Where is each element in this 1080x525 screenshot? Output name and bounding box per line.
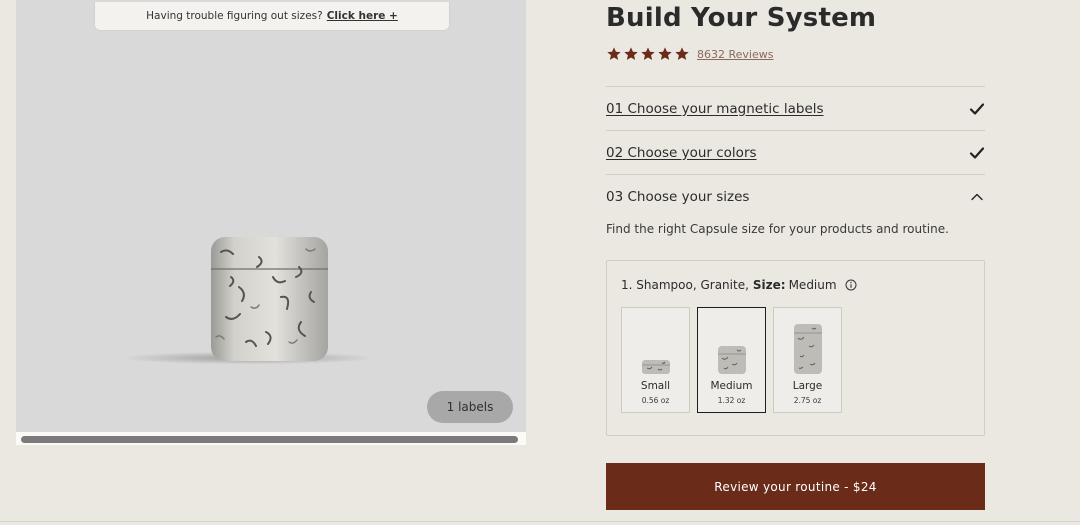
size-key: Size:: [752, 278, 786, 292]
large-capsule-image: [794, 324, 822, 374]
reviews-link[interactable]: 8632 Reviews: [697, 48, 773, 61]
size-option-name: Small: [640, 380, 671, 392]
size-option-volume: 0.56 oz: [641, 396, 670, 405]
star-icon: [607, 47, 621, 60]
size-option-medium[interactable]: Medium 1.32 oz: [697, 307, 766, 413]
selected-size-value: Medium: [788, 278, 837, 292]
page-title: Build Your System: [606, 3, 877, 33]
granite-capsule-image: [211, 237, 328, 361]
size-help-link[interactable]: Click here +: [327, 10, 398, 22]
info-icon[interactable]: [845, 279, 857, 291]
review-routine-button[interactable]: Review your routine - $24: [606, 463, 985, 510]
gallery-scrollbar[interactable]: [21, 436, 518, 443]
item-description: 1. Shampoo, Granite,: [621, 278, 749, 292]
step-sizes[interactable]: 03 Choose your sizes: [606, 174, 985, 218]
size-option-volume: 1.32 oz: [717, 396, 746, 405]
step-label: 03 Choose your sizes: [606, 188, 750, 205]
check-icon: [969, 102, 985, 115]
star-icon: [624, 47, 638, 60]
product-image-viewport[interactable]: Having trouble figuring out sizes? Click…: [16, 0, 526, 432]
size-help-banner: Having trouble figuring out sizes? Click…: [94, 2, 450, 31]
size-option-name: Medium: [710, 380, 753, 392]
small-capsule-image: [642, 360, 670, 374]
size-option-large[interactable]: Large 2.75 oz: [773, 307, 842, 413]
size-help-text: Having trouble figuring out sizes?: [146, 10, 323, 22]
step-label: 01 Choose your magnetic labels: [606, 100, 824, 117]
page-divider: [0, 521, 1080, 522]
medium-capsule-image: [718, 346, 746, 374]
size-option-small[interactable]: Small 0.56 oz: [621, 307, 690, 413]
star-icon: [641, 47, 655, 60]
rating-stars: [606, 46, 690, 62]
size-selector-title: 1. Shampoo, Granite, Size: Medium: [621, 278, 857, 292]
check-icon: [969, 146, 985, 159]
step-magnetic-labels[interactable]: 01 Choose your magnetic labels: [606, 86, 985, 130]
size-option-volume: 2.75 oz: [793, 396, 822, 405]
product-rating: 8632 Reviews: [606, 46, 773, 62]
step-colors[interactable]: 02 Choose your colors: [606, 130, 985, 174]
star-icon: [675, 47, 689, 60]
size-option-name: Large: [792, 380, 823, 392]
size-selector-card: 1. Shampoo, Granite, Size: Medium Small …: [606, 260, 985, 436]
product-gallery: Having trouble figuring out sizes? Click…: [16, 0, 526, 445]
labels-count-badge[interactable]: 1 labels: [427, 391, 513, 423]
star-icon: [658, 47, 672, 60]
sizes-description: Find the right Capsule size for your pro…: [606, 222, 949, 236]
step-label: 02 Choose your colors: [606, 144, 757, 161]
chevron-up-icon: [971, 193, 983, 200]
